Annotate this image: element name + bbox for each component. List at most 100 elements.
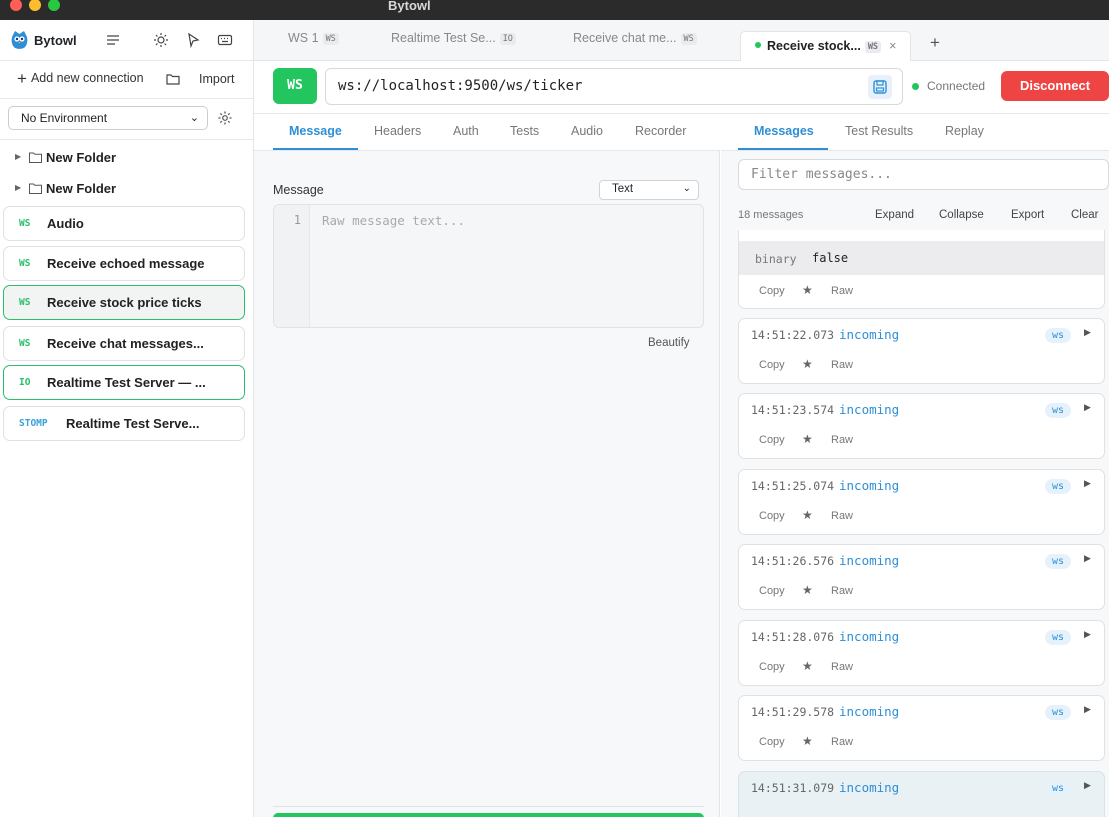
raw-button[interactable]: Raw: [831, 285, 853, 297]
expand-arrow-icon[interactable]: ▶: [1084, 553, 1091, 564]
message-card[interactable]: 14:51:28.076 incoming ws ▶ Copy ★ Raw: [738, 620, 1105, 686]
stomp-badge: STOMP: [19, 418, 48, 429]
message-card[interactable]: 14:51:29.578 incoming ws ▶ Copy ★ Raw: [738, 695, 1105, 761]
star-icon[interactable]: ★: [802, 583, 813, 597]
field-key: binary: [755, 252, 797, 266]
message-editor[interactable]: 1 Raw message text...: [273, 204, 704, 328]
connection-item-chat[interactable]: WS Receive chat messages...: [3, 326, 245, 361]
folder-icon: [29, 152, 42, 163]
tab-audio[interactable]: Audio: [571, 124, 603, 138]
message-direction: incoming: [839, 402, 900, 417]
expand-arrow-icon[interactable]: ▶: [1084, 780, 1091, 791]
new-folder-icon[interactable]: [166, 72, 180, 86]
collapse-button[interactable]: Collapse: [939, 209, 984, 221]
close-tab-icon[interactable]: ×: [889, 39, 896, 53]
message-card[interactable]: binary false Copy ★ Raw: [738, 230, 1105, 309]
tab-chat[interactable]: Receive chat me... WS: [573, 31, 697, 61]
tab-headers[interactable]: Headers: [374, 124, 421, 138]
message-label: Message: [273, 183, 324, 197]
expand-arrow-icon[interactable]: ▶: [1084, 478, 1091, 489]
raw-button[interactable]: Raw: [831, 510, 853, 522]
message-count: 18 messages: [738, 209, 804, 221]
raw-button[interactable]: Raw: [831, 359, 853, 371]
copy-button[interactable]: Copy: [759, 736, 785, 748]
send-cursor-icon[interactable]: [185, 32, 201, 48]
raw-button[interactable]: Raw: [831, 585, 853, 597]
folder-item[interactable]: ▶ New Folder: [0, 145, 253, 173]
tab-replay[interactable]: Replay: [945, 124, 984, 138]
ws-badge: ws: [1045, 328, 1072, 343]
expand-arrow-icon[interactable]: ▶: [15, 183, 21, 192]
copy-button[interactable]: Copy: [759, 434, 785, 446]
disconnect-button[interactable]: Disconnect: [1001, 71, 1109, 101]
connection-item-stock[interactable]: WS Receive stock price ticks: [3, 285, 245, 320]
copy-button[interactable]: Copy: [759, 285, 785, 297]
message-time: 14:51:23.574: [751, 403, 835, 417]
raw-button[interactable]: Raw: [831, 434, 853, 446]
import-button[interactable]: Import: [199, 72, 234, 86]
editor-placeholder: Raw message text...: [322, 213, 465, 228]
raw-button[interactable]: Raw: [831, 661, 853, 673]
add-connection-button[interactable]: + Add new connection: [17, 70, 144, 87]
message-card[interactable]: 14:51:25.074 incoming ws ▶ Copy ★ Raw: [738, 469, 1105, 535]
tab-tests[interactable]: Tests: [510, 124, 539, 138]
star-icon[interactable]: ★: [802, 283, 813, 297]
expand-button[interactable]: Expand: [875, 209, 914, 221]
theme-sun-icon[interactable]: [153, 32, 169, 48]
gear-icon[interactable]: [217, 110, 233, 126]
tab-recorder[interactable]: Recorder: [635, 124, 686, 138]
tab-messages[interactable]: Messages: [754, 124, 814, 138]
star-icon[interactable]: ★: [802, 357, 813, 371]
active-tab-underline: [273, 148, 358, 150]
beautify-button[interactable]: Beautify: [648, 337, 690, 349]
message-card[interactable]: 14:51:26.576 incoming ws ▶ Copy ★ Raw: [738, 544, 1105, 610]
save-icon[interactable]: [868, 75, 892, 99]
message-time: 14:51:25.074: [751, 479, 835, 493]
keyboard-icon[interactable]: [217, 32, 233, 48]
copy-button[interactable]: Copy: [759, 510, 785, 522]
export-button[interactable]: Export: [1011, 209, 1044, 221]
star-icon[interactable]: ★: [802, 734, 813, 748]
message-direction: incoming: [839, 704, 900, 719]
message-time: 14:51:28.076: [751, 630, 835, 644]
raw-button[interactable]: Raw: [831, 736, 853, 748]
expand-arrow-icon[interactable]: ▶: [1084, 629, 1091, 640]
tab-test-results[interactable]: Test Results: [845, 124, 913, 138]
send-button[interactable]: [273, 813, 704, 817]
tab-stock[interactable]: Receive stock... WS ×: [740, 31, 912, 62]
message-type-select[interactable]: Text ⌄: [599, 180, 699, 200]
protocol-button[interactable]: WS: [273, 68, 317, 104]
connection-item-io[interactable]: IO Realtime Test Server — ...: [3, 365, 245, 400]
new-tab-button[interactable]: +: [930, 33, 940, 53]
connection-item-echo[interactable]: WS Receive echoed message: [3, 246, 245, 281]
connection-name: Realtime Test Serve...: [66, 416, 200, 431]
url-input[interactable]: ws://localhost:9500/ws/ticker: [325, 68, 903, 105]
menu-icon[interactable]: [105, 32, 121, 48]
message-card[interactable]: 14:51:23.574 incoming ws ▶ Copy ★ Raw: [738, 393, 1105, 459]
expand-arrow-icon[interactable]: ▶: [1084, 402, 1091, 413]
filter-messages-input[interactable]: Filter messages...: [738, 159, 1109, 190]
expand-arrow-icon[interactable]: ▶: [1084, 327, 1091, 338]
message-card[interactable]: 14:51:22.073 incoming ws ▶ Copy ★ Raw: [738, 318, 1105, 384]
tab-ws1[interactable]: WS 1 WS: [288, 31, 339, 61]
folder-item[interactable]: ▶ New Folder: [0, 176, 253, 204]
clear-button[interactable]: Clear: [1071, 209, 1098, 221]
ws-badge: ws: [1045, 479, 1072, 494]
star-icon[interactable]: ★: [802, 508, 813, 522]
star-icon[interactable]: ★: [802, 432, 813, 446]
connection-item-audio[interactable]: WS Audio: [3, 206, 245, 241]
expand-arrow-icon[interactable]: ▶: [1084, 704, 1091, 715]
copy-button[interactable]: Copy: [759, 661, 785, 673]
star-icon[interactable]: ★: [802, 659, 813, 673]
message-direction: incoming: [839, 478, 900, 493]
copy-button[interactable]: Copy: [759, 585, 785, 597]
tab-realtime[interactable]: Realtime Test Se... IO: [391, 31, 516, 61]
message-card[interactable]: 14:51:31.079 incoming ws ▶: [738, 771, 1105, 817]
connection-item-stomp[interactable]: STOMP Realtime Test Serve...: [3, 406, 245, 441]
tab-message[interactable]: Message: [289, 124, 342, 138]
environment-select[interactable]: No Environment ⌄: [8, 106, 208, 130]
tab-auth[interactable]: Auth: [453, 124, 479, 138]
copy-button[interactable]: Copy: [759, 359, 785, 371]
expand-arrow-icon[interactable]: ▶: [15, 152, 21, 161]
io-badge: IO: [19, 377, 31, 388]
